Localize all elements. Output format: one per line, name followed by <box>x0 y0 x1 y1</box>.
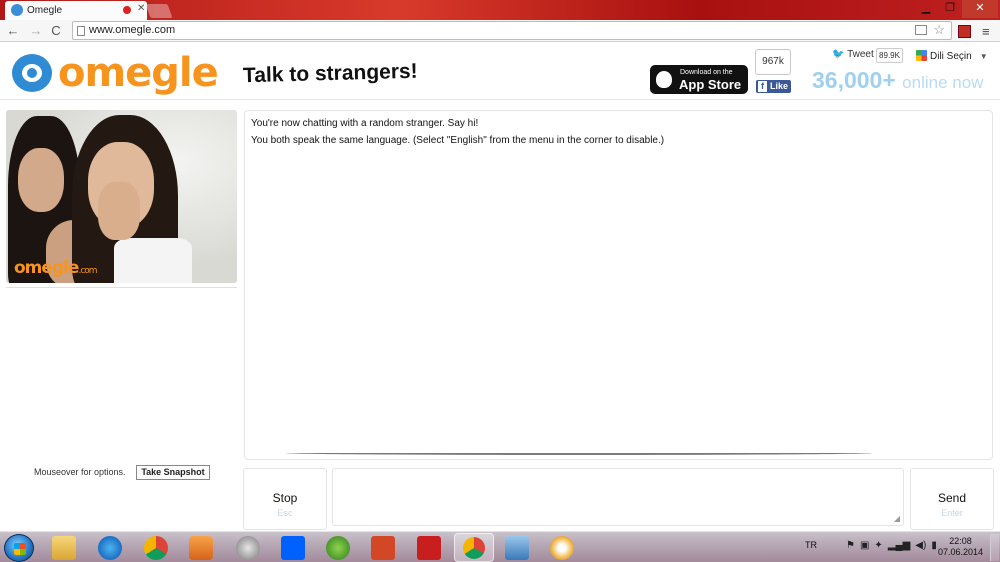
close-window-button[interactable]: ✕ <box>962 0 998 18</box>
tweet-label: Tweet <box>847 49 874 60</box>
maximize-button[interactable]: ❐ <box>938 0 962 18</box>
chrome-active-icon[interactable] <box>454 533 494 562</box>
divider <box>6 287 237 288</box>
stop-label: Stop <box>272 491 298 505</box>
status-message: You both speak the same language. (Selec… <box>251 135 665 146</box>
language-label: Dili Seçin <box>930 51 972 62</box>
network-icon[interactable]: ▣ <box>860 540 869 551</box>
tagline: Talk to strangers! <box>242 59 418 88</box>
page-icon <box>77 26 85 36</box>
chat-log[interactable]: You're now chatting with a random strang… <box>244 110 993 460</box>
online-label: online now <box>902 73 984 92</box>
omegle-header: omegle Talk to strangers! Download on th… <box>0 42 1000 100</box>
app-store-line2: App Store <box>679 77 742 92</box>
signal-icon[interactable]: ▂▄▆ <box>888 540 910 551</box>
windows-logo-icon <box>14 543 26 555</box>
minimize-button[interactable]: ▁ <box>914 0 938 18</box>
media-player-icon[interactable] <box>189 536 213 560</box>
chat-log-shadow <box>286 451 872 455</box>
facebook-like-button[interactable]: f Like <box>756 80 791 93</box>
chrome-icon[interactable] <box>144 536 168 560</box>
battery-icon[interactable]: ▮ <box>931 540 937 551</box>
window-controls: ▁ ❐ ✕ <box>914 0 998 18</box>
tweet-button[interactable]: 🐦 Tweet <box>832 49 874 60</box>
show-desktop-button[interactable] <box>990 534 999 561</box>
message-input[interactable]: ◢ <box>332 468 904 526</box>
dropbox-icon[interactable] <box>281 536 305 560</box>
video-watermark: omegle.com <box>14 258 98 278</box>
flag-icon[interactable]: ⚑ <box>846 540 855 551</box>
paint-icon[interactable] <box>550 536 574 560</box>
windows-taskbar: TR ⚑ ▣ ✦ ▂▄▆ ◀) ▮ 22:08 07.06.2014 <box>0 531 1000 562</box>
app-store-badge[interactable]: Download on the App Store <box>650 65 748 94</box>
chrome-menu-icon[interactable]: ≡ <box>982 24 990 39</box>
app-store-line1: Download on the <box>680 69 733 76</box>
twitter-bird-icon: 🐦 <box>832 49 845 60</box>
cast-icon[interactable] <box>915 25 927 35</box>
online-count: 36,000+ <box>812 67 896 93</box>
clock[interactable]: 22:08 07.06.2014 <box>938 536 983 558</box>
reload-button[interactable]: C <box>48 23 64 39</box>
powerpoint-icon[interactable] <box>371 536 395 560</box>
omegle-logo-text[interactable]: omegle <box>58 50 219 96</box>
stop-shortcut: Esc <box>277 508 293 518</box>
internet-explorer-icon[interactable] <box>98 536 122 560</box>
chevron-down-icon: ▼ <box>979 52 988 61</box>
resize-grip-icon[interactable]: ◢ <box>894 514 900 523</box>
tweet-count: 89.9K <box>876 48 903 63</box>
facebook-icon: f <box>758 81 767 92</box>
facebook-like-count: 967k <box>755 49 791 75</box>
stop-button[interactable]: Stop Esc <box>243 468 327 530</box>
browser-toolbar: ← → C www.omegle.com ☆ <box>0 20 1000 42</box>
omegle-favicon-icon <box>11 4 23 16</box>
volume-icon[interactable]: ◀) <box>915 540 926 551</box>
take-snapshot-button[interactable]: Take Snapshot <box>136 465 210 480</box>
browser-tab-strip: Omegle ✕ ▁ ❐ ✕ <box>0 0 1000 20</box>
clock-date: 07.06.2014 <box>938 547 984 557</box>
google-translate-icon <box>916 50 927 61</box>
tab-close-icon[interactable]: ✕ <box>137 3 145 14</box>
recording-indicator-icon <box>123 6 131 14</box>
remote-desktop-icon[interactable] <box>505 536 529 560</box>
tab-title: Omegle <box>27 5 63 16</box>
status-message: You're now chatting with a random strang… <box>251 118 479 129</box>
mouseover-hint: Mouseover for options. <box>34 467 126 477</box>
facebook-like-label: Like <box>769 81 788 91</box>
back-button[interactable]: ← <box>5 23 21 39</box>
file-explorer-icon[interactable] <box>52 536 76 560</box>
forward-button[interactable]: → <box>28 23 44 39</box>
extension-icon[interactable] <box>958 25 971 38</box>
download-manager-icon[interactable] <box>326 536 350 560</box>
language-select[interactable]: Dili Seçin ▼ <box>916 50 988 62</box>
clock-time: 22:08 <box>949 536 972 546</box>
app-icon[interactable] <box>236 536 260 560</box>
dropbox-tray-icon[interactable]: ✦ <box>874 540 882 551</box>
acrobat-icon[interactable] <box>417 536 441 560</box>
send-shortcut: Enter <box>941 508 963 518</box>
url-text: www.omegle.com <box>89 24 176 36</box>
send-button[interactable]: Send Enter <box>910 468 994 530</box>
tab-omegle[interactable]: Omegle ✕ <box>5 1 147 20</box>
omegle-logo-icon[interactable] <box>12 54 52 92</box>
address-bar[interactable]: www.omegle.com ☆ <box>72 21 952 40</box>
stranger-video[interactable]: omegle.com <box>6 110 237 283</box>
system-tray: ⚑ ▣ ✦ ▂▄▆ ◀) ▮ <box>846 540 937 551</box>
bookmark-star-icon[interactable]: ☆ <box>933 22 945 38</box>
apple-icon <box>656 71 672 88</box>
new-tab-button[interactable] <box>145 4 173 18</box>
input-language[interactable]: TR <box>805 540 817 550</box>
start-button[interactable] <box>4 534 34 562</box>
online-counter: 36,000+ online now <box>812 67 983 94</box>
send-label: Send <box>937 491 967 505</box>
